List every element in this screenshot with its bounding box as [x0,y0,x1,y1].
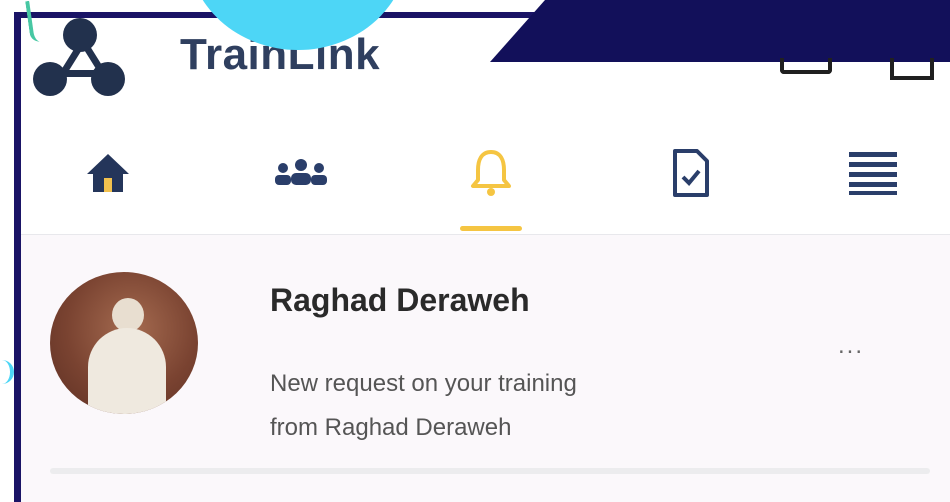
menu-icon [849,150,897,201]
notification-message-line-1: New request on your training [270,370,577,397]
home-icon [85,152,131,199]
tab-menu[interactable] [843,150,903,200]
notification-divider [50,468,930,474]
document-check-icon [671,148,711,202]
notification-sender-name: Raghad Deraweh [270,282,530,318]
chat-icon[interactable] [780,58,832,74]
app-logo-icon [33,18,125,100]
tab-notifications[interactable] [461,148,521,203]
bell-icon [469,148,513,203]
avatar [50,272,198,414]
tab-home[interactable] [78,150,138,200]
notification-message: New request on your training from Raghad… [270,362,770,450]
people-group-icon [269,157,333,194]
tab-documents[interactable] [661,148,721,202]
edit-icon[interactable] [890,58,934,80]
decorative-arc [0,360,14,384]
tab-bar [21,120,950,235]
more-options-button[interactable]: ... [838,332,864,360]
decorative-banner [490,0,950,62]
active-tab-indicator [460,226,522,231]
notification-message-line-2: from Raghad Deraweh [270,414,512,441]
tab-trainees[interactable] [271,150,331,200]
